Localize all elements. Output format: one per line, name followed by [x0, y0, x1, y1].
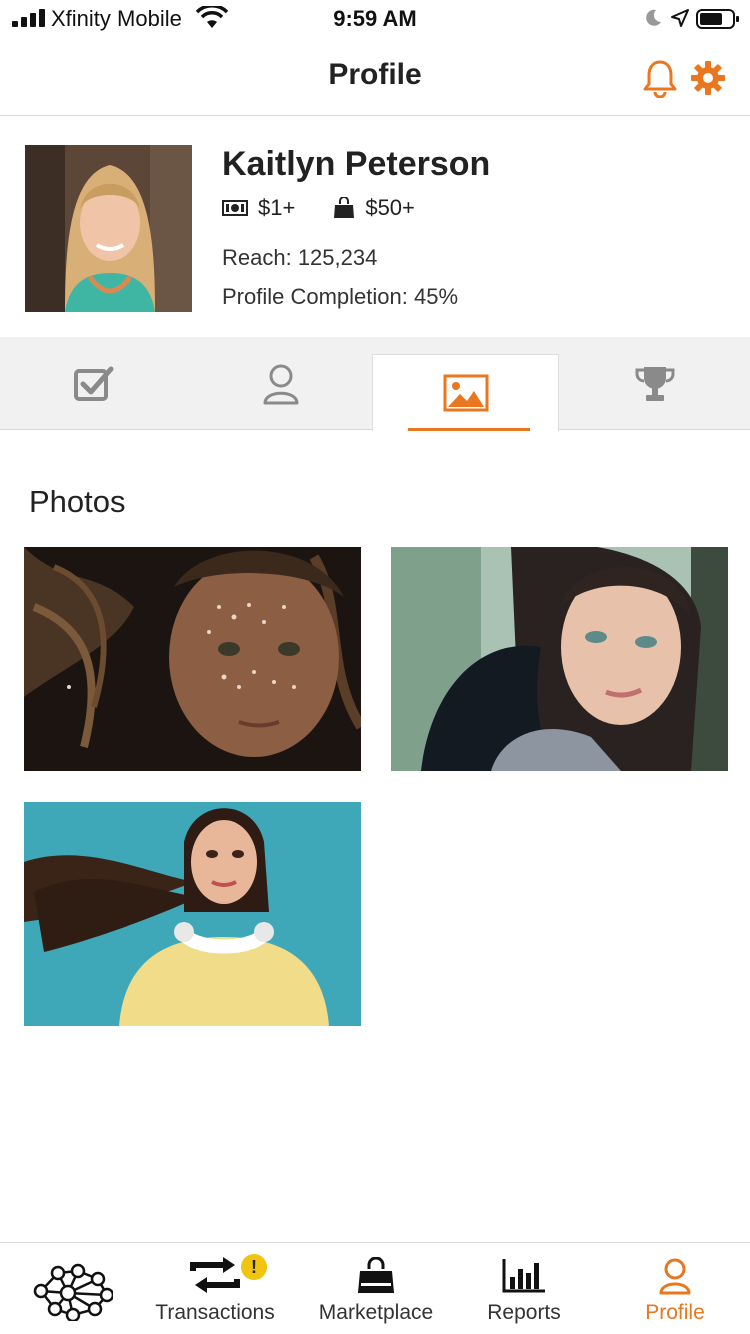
- tab-awards[interactable]: [561, 337, 748, 430]
- user-icon: [659, 1258, 691, 1295]
- location-arrow-icon: [671, 9, 689, 27]
- gear-icon: [691, 61, 725, 95]
- status-bar: Xfinity Mobile 9:59 AM: [0, 0, 750, 40]
- tab-bar-reports[interactable]: Reports: [470, 1243, 578, 1334]
- bottom-tab-bar: ! Transactions Marketplace Reports Profi…: [0, 1242, 750, 1334]
- photo-3[interactable]: [24, 802, 361, 1026]
- tab-tasks[interactable]: [0, 337, 187, 430]
- user-icon: [263, 364, 298, 404]
- carrier-name: Xfinity Mobile: [51, 6, 182, 31]
- profile-name: Kaitlyn Peterson: [222, 145, 491, 183]
- alert-badge: !: [241, 1254, 267, 1280]
- tab-about[interactable]: [187, 337, 374, 430]
- wifi-icon: [196, 6, 228, 28]
- profile-header: Kaitlyn Peterson $1+ $50+ Reach: 125,234…: [0, 117, 750, 337]
- avatar: [25, 145, 192, 312]
- settings-button[interactable]: [688, 58, 728, 98]
- moon-icon: [646, 9, 661, 26]
- tab-bar-label: Marketplace: [318, 1301, 434, 1324]
- checkbox-icon: [73, 366, 113, 401]
- network-icon: [33, 1263, 113, 1321]
- tab-photos[interactable]: [372, 354, 559, 431]
- image-icon: [443, 374, 488, 412]
- tab-bar-label: Profile: [645, 1301, 705, 1324]
- trophy-icon: [635, 366, 674, 401]
- notifications-button[interactable]: [640, 58, 680, 99]
- signal-icon: [12, 9, 45, 27]
- profile-completion: Profile Completion: 45%: [222, 284, 459, 309]
- shopping-bag-icon: [358, 1257, 394, 1293]
- profile-tabs: [0, 337, 750, 431]
- photos-heading: Photos: [29, 484, 126, 519]
- bar-chart-icon: [502, 1259, 545, 1293]
- price-row: $1+ $50+: [222, 195, 415, 221]
- battery-icon: [696, 9, 739, 29]
- navigation-bar: Profile: [0, 40, 750, 116]
- tab-bar-label: Reports: [487, 1301, 561, 1324]
- photo-1[interactable]: [24, 547, 361, 771]
- tab-bar-marketplace[interactable]: Marketplace: [305, 1243, 447, 1334]
- page-title: Profile: [328, 58, 422, 91]
- tab-bar-transactions[interactable]: ! Transactions: [145, 1243, 285, 1334]
- reach-stat: Reach: 125,234: [222, 245, 378, 270]
- tab-bar-home[interactable]: [0, 1243, 145, 1334]
- cash-rate: $1+: [258, 195, 296, 220]
- tab-bar-profile[interactable]: Profile: [620, 1243, 730, 1334]
- cash-icon: [222, 200, 248, 216]
- transactions-icon: [190, 1257, 240, 1293]
- purchase-rate: $50+: [365, 195, 415, 220]
- active-tab-indicator: [408, 428, 530, 431]
- bell-icon: [643, 60, 677, 99]
- shopping-bag-icon: [334, 197, 355, 218]
- tab-bar-label: Transactions: [155, 1301, 275, 1324]
- photo-2[interactable]: [391, 547, 728, 771]
